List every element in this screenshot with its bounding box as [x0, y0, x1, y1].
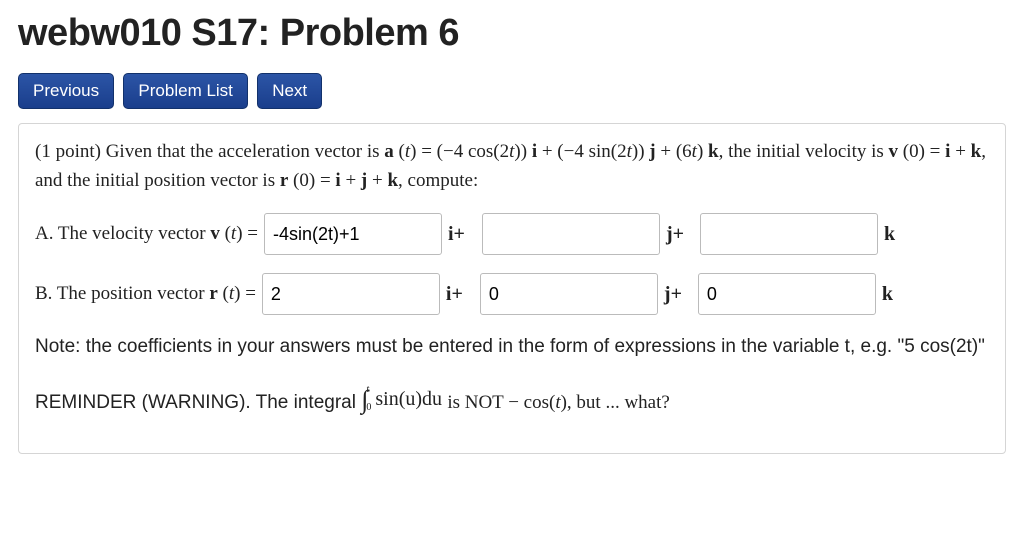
k-label: k	[884, 219, 912, 249]
part-a-j-input[interactable]	[482, 213, 660, 255]
part-a-k-input[interactable]	[700, 213, 878, 255]
previous-button[interactable]: Previous	[18, 73, 114, 109]
nav-button-row: Previous Problem List Next	[18, 73, 1006, 109]
part-a-row: A. The velocity vector v (t) = i+ j+ k	[35, 213, 989, 255]
page-title: webw010 S17: Problem 6	[18, 12, 1006, 55]
problem-list-button[interactable]: Problem List	[123, 73, 247, 109]
integral-upper-limit: t	[366, 385, 371, 395]
part-a-label: A. The velocity vector v (t) =	[35, 220, 258, 249]
part-b-k-input[interactable]	[698, 273, 876, 315]
integral-expression: ∫ t 0 sin(u)du	[361, 380, 442, 419]
part-b-i-input[interactable]	[262, 273, 440, 315]
k-label: k	[882, 279, 910, 309]
integral-lower-limit: 0	[366, 403, 371, 413]
part-b-row: B. The position vector r (t) = i+ j+ k	[35, 273, 989, 315]
part-b-j-input[interactable]	[480, 273, 658, 315]
i-label: i+	[448, 219, 476, 249]
problem-container: (1 point) Given that the acceleration ve…	[18, 123, 1006, 454]
j-label: j+	[666, 219, 694, 249]
problem-intro: (1 point) Given that the acceleration ve…	[35, 138, 989, 195]
part-a-i-input[interactable]	[264, 213, 442, 255]
j-label: j+	[664, 279, 692, 309]
reminder-line: REMINDER (WARNING). The integral ∫ t 0 s…	[35, 380, 989, 419]
i-label: i+	[446, 279, 474, 309]
reminder-prefix: REMINDER (WARNING). The integral	[35, 392, 361, 413]
part-b-label: B. The position vector r (t) =	[35, 280, 256, 309]
next-button[interactable]: Next	[257, 73, 322, 109]
entry-note: Note: the coefficients in your answers m…	[35, 333, 989, 362]
